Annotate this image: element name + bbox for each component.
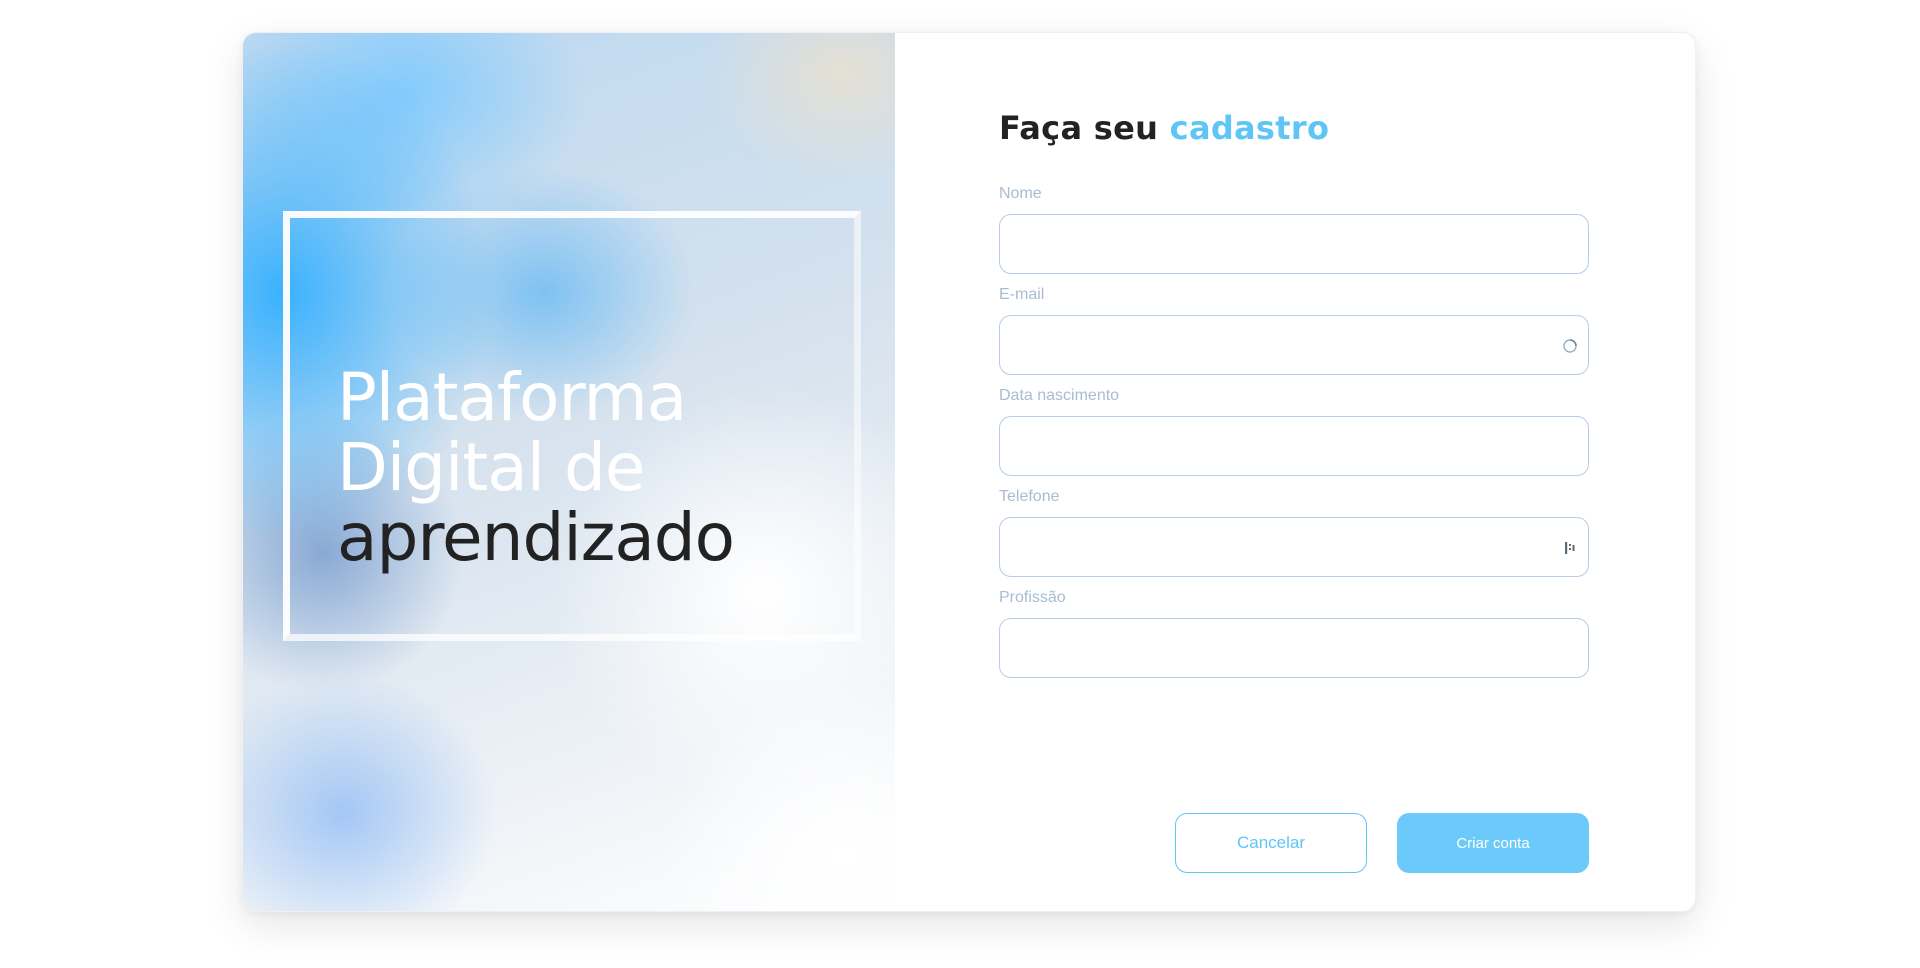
email-input[interactable] bbox=[1000, 316, 1588, 374]
signup-card: Plataforma Digital de aprendizado Faça s… bbox=[242, 32, 1696, 912]
hero-heading: Plataforma Digital de aprendizado bbox=[337, 359, 735, 576]
email-label: E-mail bbox=[999, 286, 1045, 303]
phone-input-box bbox=[999, 517, 1589, 577]
hero-panel: Plataforma Digital de aprendizado bbox=[243, 33, 895, 911]
hero-line-3: aprendizado bbox=[337, 499, 735, 576]
hero-line-2: Digital de bbox=[337, 429, 646, 506]
form-panel: Faça seu cadastro Nome E-mail Data nasci… bbox=[895, 33, 1695, 911]
phone-input[interactable] bbox=[1000, 518, 1588, 576]
form-title-prefix: Faça seu bbox=[999, 109, 1159, 147]
birthdate-field-group: Data nascimento bbox=[999, 386, 1589, 476]
create-account-button[interactable]: Criar conta bbox=[1397, 813, 1589, 873]
birthdate-input-box bbox=[999, 416, 1589, 476]
birthdate-input[interactable] bbox=[1000, 417, 1588, 475]
email-input-box bbox=[999, 315, 1589, 375]
phone-field-group: Telefone bbox=[999, 487, 1589, 577]
hero-line-1: Plataforma bbox=[337, 359, 687, 436]
name-input-box bbox=[999, 214, 1589, 274]
keypad-icon bbox=[1565, 542, 1575, 554]
form-title: Faça seu cadastro bbox=[999, 109, 1329, 147]
loading-circle-icon bbox=[1563, 339, 1577, 353]
phone-label: Telefone bbox=[999, 488, 1060, 505]
cancel-button[interactable]: Cancelar bbox=[1175, 813, 1367, 873]
birthdate-label: Data nascimento bbox=[999, 387, 1120, 404]
profession-input[interactable] bbox=[1000, 619, 1588, 677]
form-title-accent: cadastro bbox=[1169, 109, 1330, 147]
profession-label: Profissão bbox=[999, 589, 1066, 606]
profession-field-group: Profissão bbox=[999, 588, 1589, 678]
email-field-group: E-mail bbox=[999, 285, 1589, 375]
name-input[interactable] bbox=[1000, 215, 1588, 273]
name-label: Nome bbox=[999, 185, 1042, 202]
profession-input-box bbox=[999, 618, 1589, 678]
name-field-group: Nome bbox=[999, 184, 1589, 274]
